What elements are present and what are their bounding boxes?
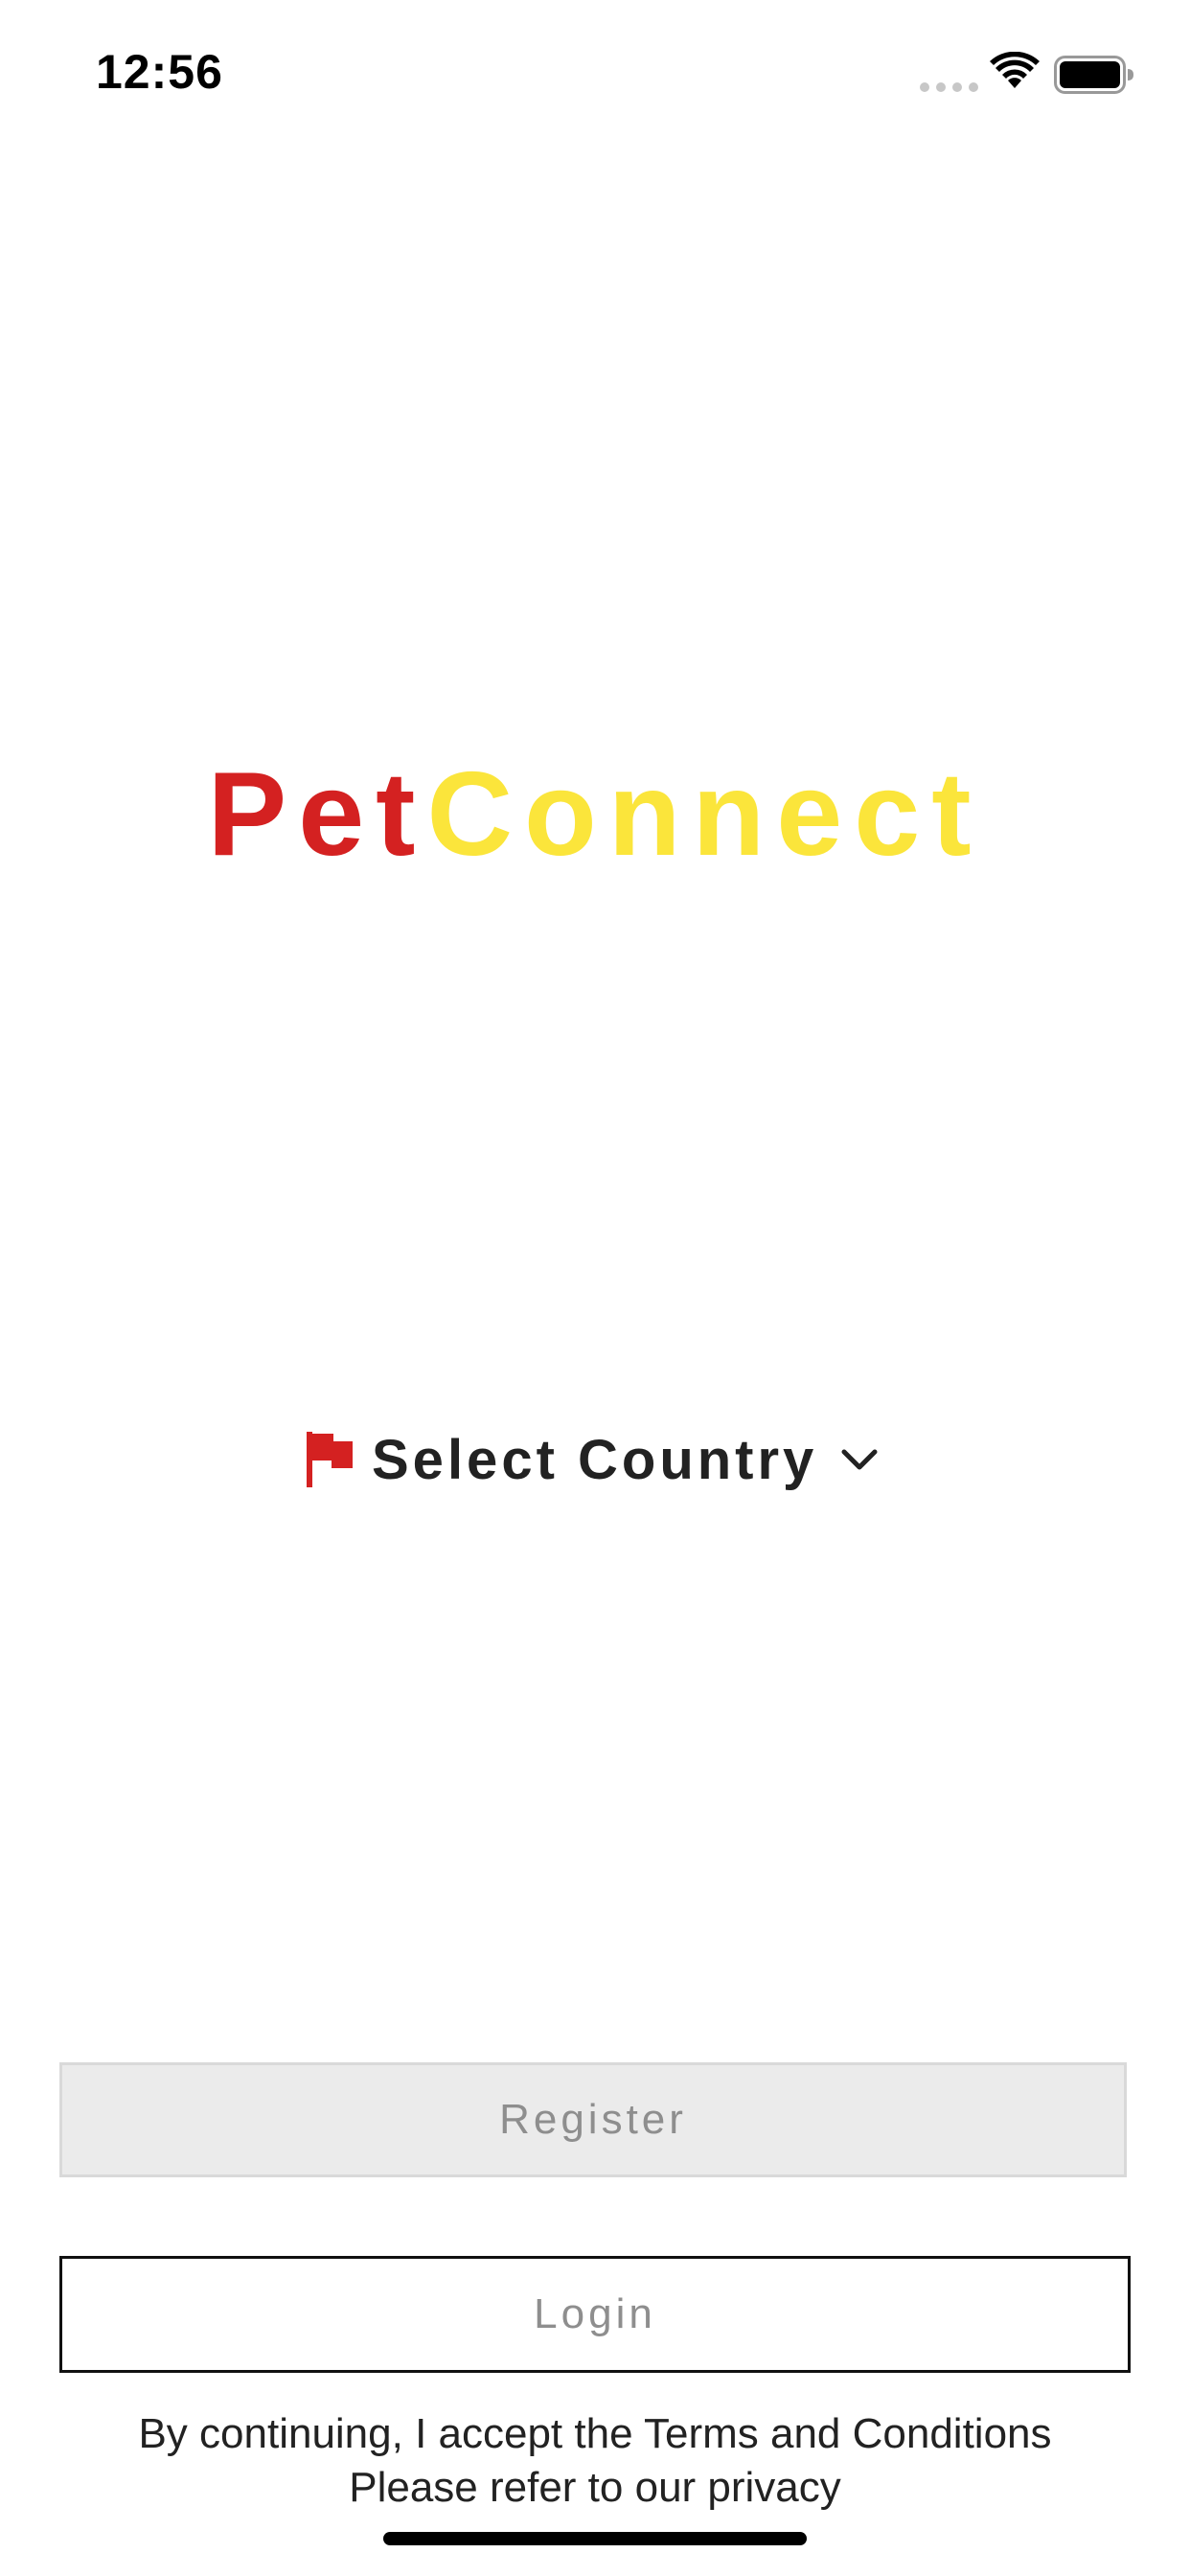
register-button[interactable]: Register	[59, 2062, 1127, 2177]
login-button[interactable]: Login	[59, 2256, 1131, 2373]
status-time: 12:56	[96, 45, 223, 99]
terms-text[interactable]: By continuing, I accept the Terms and Co…	[0, 2407, 1190, 2461]
logo-part-pet: Pet	[207, 748, 427, 881]
chevron-down-icon	[841, 1449, 878, 1470]
home-indicator	[383, 2532, 807, 2545]
country-selector-label: Select Country	[372, 1428, 818, 1491]
logo-part-connect: Connect	[426, 748, 983, 881]
app-logo: PetConnect	[0, 748, 1190, 882]
wifi-icon	[990, 52, 1040, 88]
flag-icon	[307, 1432, 353, 1487]
status-bar: 12:56	[0, 0, 1190, 134]
privacy-text[interactable]: Please refer to our privacy	[0, 2461, 1190, 2515]
battery-icon	[1054, 56, 1133, 94]
country-selector[interactable]: Select Country	[305, 1426, 879, 1493]
cellular-signal-icon	[920, 82, 978, 92]
legal-notice: By continuing, I accept the Terms and Co…	[0, 2407, 1190, 2515]
